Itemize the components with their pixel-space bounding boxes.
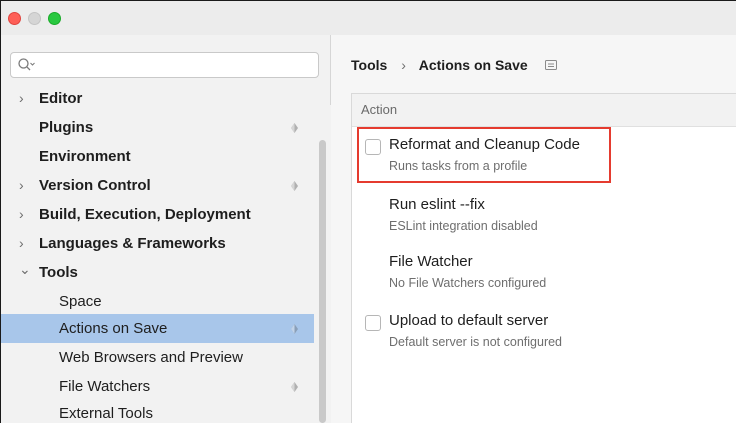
breadcrumb-separator: › — [401, 57, 406, 74]
breadcrumb-current: Actions on Save — [418, 57, 528, 74]
sidebar-item-external-tools[interactable]: External Tools — [1, 399, 314, 423]
project-settings-icon — [291, 181, 298, 191]
sidebar-item-editor[interactable]: › Editor — [1, 84, 314, 113]
sidebar-item-label: Editor — [39, 90, 83, 107]
sidebar-item-actions-on-save[interactable]: Actions on Save — [1, 314, 314, 343]
chevron-right-icon[interactable]: › — [19, 229, 31, 258]
action-file-watcher[interactable]: File Watcher No File Watchers configured — [352, 252, 736, 302]
action-upload-default-server[interactable]: Upload to default server Default server … — [352, 311, 736, 361]
action-subtitle: No File Watchers configured — [389, 276, 547, 290]
sidebar-item-space[interactable]: Space — [1, 287, 314, 316]
title-bar — [1, 1, 736, 35]
action-subtitle: ESLint integration disabled — [389, 219, 538, 233]
sidebar-item-file-watchers[interactable]: File Watchers — [1, 372, 314, 401]
settings-content: Tools › Actions on Save Action Reformat … — [331, 35, 736, 423]
chevron-right-icon[interactable]: › — [19, 84, 31, 113]
breadcrumb-parent[interactable]: Tools — [351, 55, 387, 75]
breadcrumb: Tools › Actions on Save — [351, 54, 557, 74]
action-subtitle: Default server is not configured — [389, 335, 563, 349]
sidebar-item-build-execution-deployment[interactable]: › Build, Execution, Deployment — [1, 200, 314, 229]
reformat-cleanup-checkbox[interactable] — [365, 139, 381, 155]
sidebar-item-label: Languages & Frameworks — [39, 235, 226, 252]
search-icon — [18, 58, 35, 71]
sidebar-item-label: Build, Execution, Deployment — [39, 206, 251, 223]
action-reformat-cleanup[interactable]: Reformat and Cleanup Code Runs tasks fro… — [352, 135, 736, 185]
sidebar-item-tools[interactable]: ⌄ Tools — [1, 258, 314, 287]
sidebar-item-plugins[interactable]: Plugins — [1, 113, 314, 142]
sidebar-item-label: Tools — [39, 264, 78, 281]
action-title: Reformat and Cleanup Code — [389, 136, 580, 153]
settings-search-input[interactable] — [10, 52, 319, 78]
sidebar-item-label: Space — [59, 293, 102, 310]
action-run-eslint[interactable]: Run eslint --fix ESLint integration disa… — [352, 195, 736, 245]
project-settings-icon — [291, 382, 298, 392]
upload-default-server-checkbox[interactable] — [365, 315, 381, 331]
sidebar-item-label: Web Browsers and Preview — [59, 349, 243, 366]
zoom-window-button[interactable] — [48, 12, 61, 25]
sidebar-item-label: File Watchers — [59, 378, 151, 395]
project-settings-icon — [291, 123, 298, 133]
sidebar-item-label: External Tools — [59, 405, 153, 422]
settings-window: › Editor Plugins Environment › Version C… — [0, 0, 736, 423]
chevron-right-icon[interactable]: › — [19, 171, 31, 200]
sidebar-item-label: Environment — [39, 148, 131, 165]
minimize-window-button[interactable] — [28, 12, 41, 25]
project-level-settings-icon — [544, 60, 557, 71]
sidebar-item-languages-frameworks[interactable]: › Languages & Frameworks — [1, 229, 314, 258]
sidebar-item-version-control[interactable]: › Version Control — [1, 171, 314, 200]
action-title: File Watcher — [389, 253, 473, 270]
sidebar-item-web-browsers-preview[interactable]: Web Browsers and Preview — [1, 343, 314, 372]
settings-sidebar: › Editor Plugins Environment › Version C… — [1, 35, 331, 423]
column-header-action: Action — [352, 94, 736, 127]
sidebar-item-environment[interactable]: Environment — [1, 142, 314, 171]
project-settings-icon — [291, 324, 298, 334]
action-title: Upload to default server — [389, 312, 549, 329]
action-title: Run eslint --fix — [389, 196, 485, 213]
sidebar-item-label: Plugins — [39, 119, 94, 136]
actions-table: Action Reformat and Cleanup Code Runs ta… — [351, 93, 736, 423]
sidebar-item-label: Actions on Save — [59, 320, 168, 337]
sidebar-scrollbar-thumb[interactable] — [319, 140, 326, 423]
sidebar-item-label: Version Control — [39, 177, 151, 194]
close-window-button[interactable] — [8, 12, 21, 25]
action-subtitle: Runs tasks from a profile — [389, 159, 528, 173]
chevron-right-icon[interactable]: › — [19, 200, 31, 229]
chevron-down-icon[interactable]: ⌄ — [19, 255, 31, 284]
